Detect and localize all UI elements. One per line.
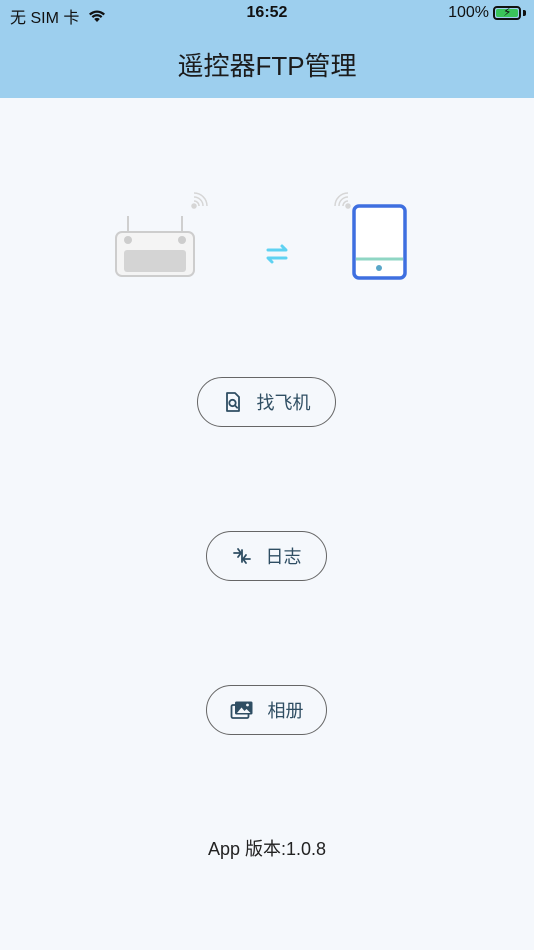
album-button[interactable]: 相册 (206, 685, 327, 735)
connection-graphic (0, 180, 534, 300)
status-bar: 无 SIM 卡 16:52 100% ⚡ (0, 0, 534, 28)
remote-controller-icon (115, 216, 195, 277)
signal-waves-icon (191, 192, 208, 209)
status-right: 100% ⚡ (448, 4, 526, 22)
signal-waves-icon (334, 192, 351, 209)
battery-tip (523, 10, 526, 16)
page-title: 遥控器FTP管理 (177, 51, 357, 81)
battery-percent: 100% (448, 4, 489, 21)
connection-graphic-svg (115, 192, 407, 280)
tablet-icon (352, 204, 407, 280)
search-document-icon (225, 392, 240, 412)
find-plane-button[interactable]: 找飞机 (197, 377, 336, 427)
header-bar: 无 SIM 卡 16:52 100% ⚡ 遥控器FTP管理 (0, 0, 534, 98)
find-plane-label: 找飞机 (256, 393, 311, 413)
charging-bolt-icon: ⚡ (503, 5, 512, 19)
photo-album-icon (230, 701, 252, 719)
battery-icon: ⚡ (493, 5, 521, 20)
sync-arrows-icon (266, 244, 288, 264)
transfer-arrows-icon (232, 548, 251, 564)
log-label: 日志 (265, 547, 302, 567)
log-button[interactable]: 日志 (206, 531, 327, 581)
album-label: 相册 (267, 701, 304, 721)
app-version-label: App 版本:1.0.8 (207, 839, 327, 859)
